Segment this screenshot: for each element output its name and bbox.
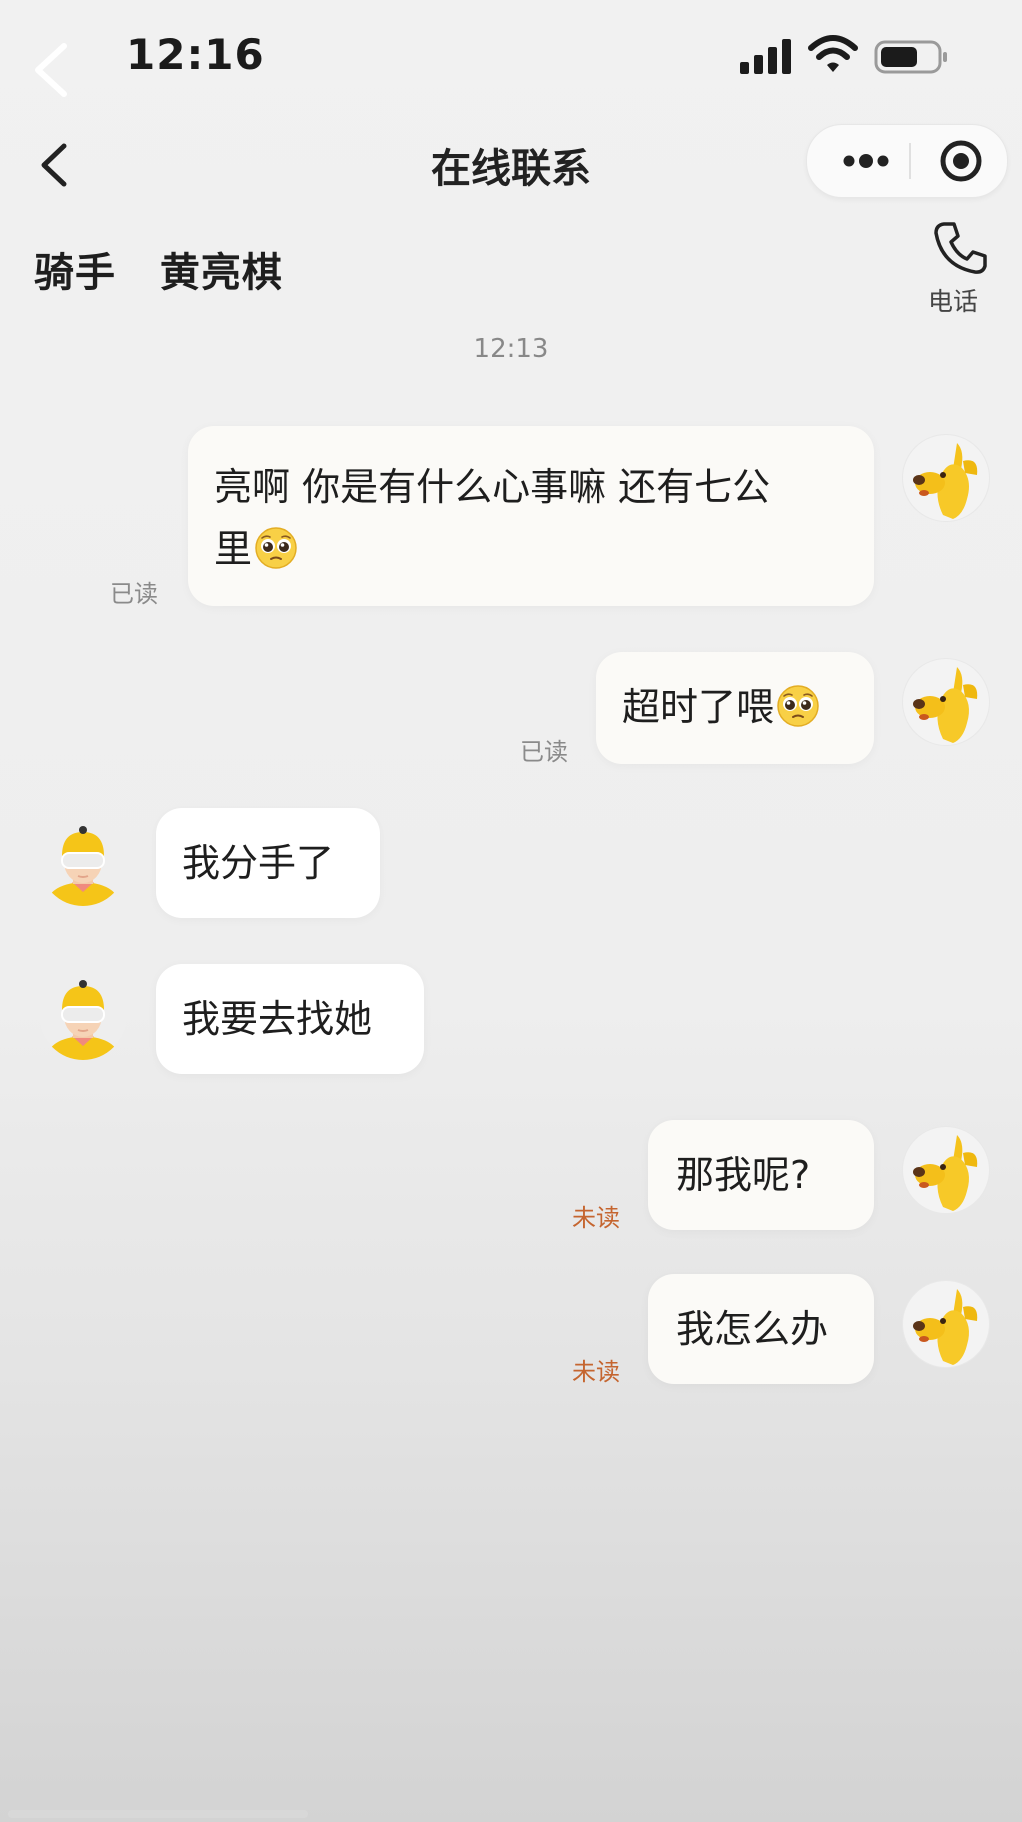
avatar-self[interactable]	[902, 1126, 990, 1214]
message-bubble[interactable]: 我分手了	[156, 808, 380, 918]
chat-timestamp: 12:13	[473, 334, 549, 364]
wifi-icon	[808, 35, 858, 72]
message-bubble[interactable]: 我要去找她	[156, 964, 424, 1074]
home-indicator	[8, 1810, 308, 1818]
phone-icon[interactable]	[930, 218, 990, 278]
message-text: 亮啊 你是有什么心事嘛 还有七公	[214, 465, 771, 509]
avatar-self[interactable]	[902, 658, 990, 746]
message-text: 那我呢?	[676, 1153, 811, 1197]
pleading-face-emoji	[254, 526, 298, 570]
status-back-icon[interactable]	[28, 40, 74, 100]
signal-icon	[740, 39, 791, 74]
contact-role: 骑手	[34, 250, 116, 296]
battery-icon	[874, 40, 947, 74]
message-text: 我分手了	[182, 841, 335, 885]
read-status: 已读	[520, 738, 568, 766]
message-bubble[interactable]: 超时了喂	[596, 652, 874, 764]
read-status: 已读	[110, 580, 158, 608]
more-button[interactable]	[825, 125, 907, 197]
unread-status: 未读	[572, 1358, 620, 1386]
message-text: 我要去找她	[182, 997, 373, 1041]
message-bubble[interactable]: 亮啊 你是有什么心事嘛 还有七公 里	[188, 426, 874, 606]
contact-name: 黄亮棋	[159, 250, 283, 296]
message-bubble[interactable]: 那我呢?	[648, 1120, 874, 1230]
pleading-face-emoji	[776, 684, 820, 728]
unread-status: 未读	[572, 1204, 620, 1232]
message-text-line2: 里	[214, 527, 253, 571]
contact-header: 骑手 黄亮棋	[34, 240, 283, 298]
avatar-self[interactable]	[902, 1280, 990, 1368]
target-close-icon	[940, 140, 982, 182]
message-bubble[interactable]: 我怎么办	[648, 1274, 874, 1384]
phone-label[interactable]: 电话	[928, 282, 978, 318]
close-button[interactable]	[925, 125, 997, 197]
avatar-self[interactable]	[902, 434, 990, 522]
message-text: 我怎么办	[676, 1307, 829, 1351]
mini-program-capsule	[806, 124, 1008, 198]
avatar-rider[interactable]	[40, 974, 126, 1060]
capsule-divider	[909, 143, 911, 179]
message-text: 超时了喂	[622, 685, 775, 729]
status-time: 12:16	[126, 30, 265, 79]
more-dots-icon	[843, 154, 889, 168]
avatar-rider[interactable]	[40, 820, 126, 906]
